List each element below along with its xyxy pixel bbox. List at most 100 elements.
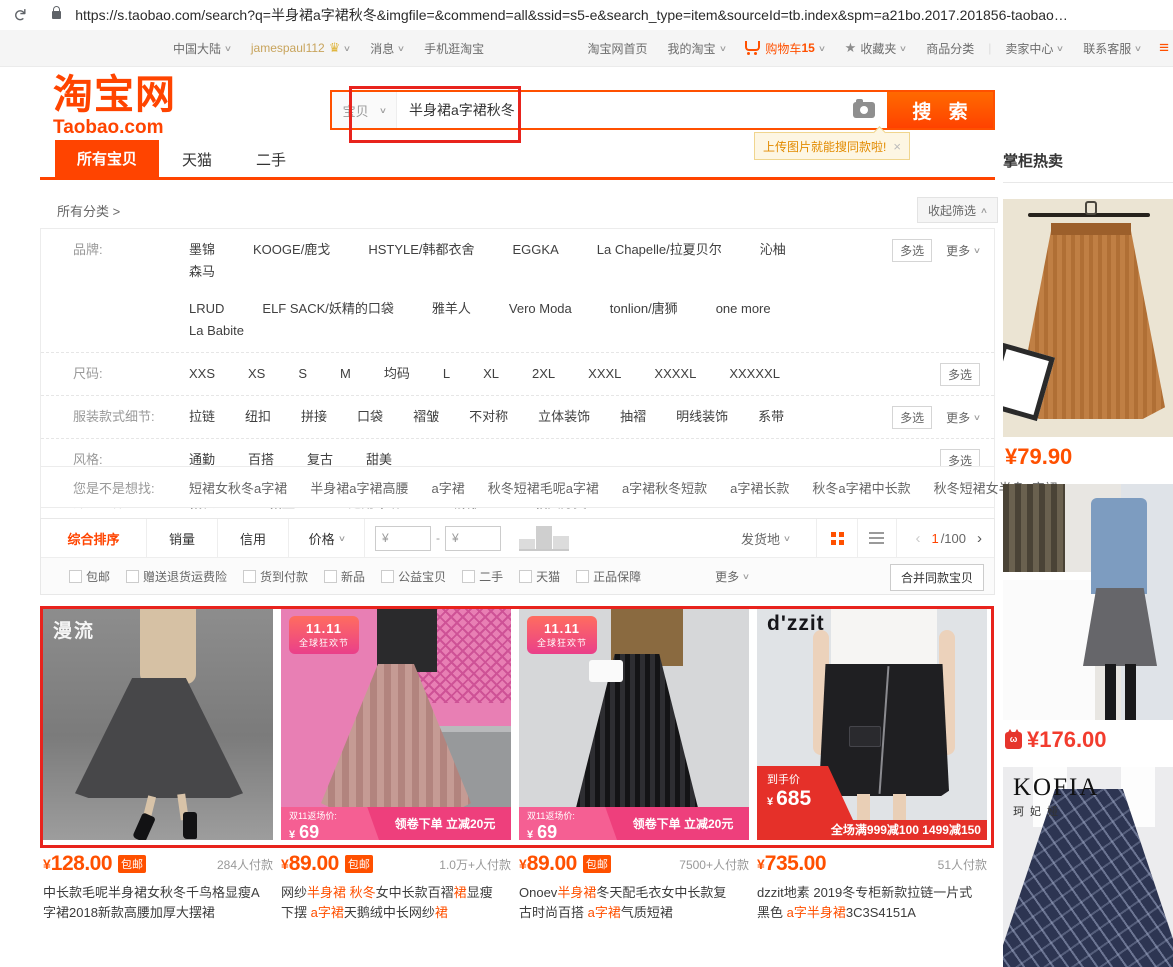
camera-search-icon[interactable]	[853, 102, 875, 118]
sort-tab-default[interactable]: 综合排序	[41, 519, 147, 557]
nav-mobile-taobao[interactable]: 手机逛淘宝	[414, 40, 494, 57]
breadcrumb[interactable]: 所有分类 >	[57, 201, 120, 220]
nav-username[interactable]: jamespaul112♛∨	[241, 40, 360, 56]
tab-all-items[interactable]: 所有宝贝	[55, 140, 159, 177]
product-image[interactable]: d'zzit 到手价 ¥685 全场满999减100 1499减150	[757, 608, 987, 840]
size-filter-option[interactable]: XXS	[189, 363, 215, 385]
sort-tab-price[interactable]: 价格∨	[289, 519, 365, 557]
filter-checkbox[interactable]: 包邮	[69, 568, 110, 585]
size-filter-option[interactable]: XXXXL	[654, 363, 696, 385]
taobao-logo[interactable]: 淘宝网 Taobao.com	[53, 74, 176, 139]
address-bar[interactable]: https://s.taobao.com/search?q=半身裙a字裙秋冬&i…	[75, 5, 1173, 25]
brand-filter-option[interactable]: 森马	[189, 261, 215, 283]
price-histogram[interactable]	[519, 526, 569, 551]
multi-select-button[interactable]: 多选	[892, 406, 932, 429]
sort-tab-credit[interactable]: 信用	[218, 519, 289, 557]
suggestion-link[interactable]: a字裙长款	[730, 478, 789, 497]
merge-same-items-button[interactable]: 合并同款宝贝	[890, 564, 984, 591]
sidebar-product-1-image[interactable]	[1003, 199, 1173, 437]
suggestion-link[interactable]: a字裙秋冬短款	[622, 478, 707, 497]
size-filter-option[interactable]: XXXL	[588, 363, 621, 385]
nav-region[interactable]: 中国大陆∨	[163, 40, 241, 57]
filter-checkbox[interactable]: 新品	[324, 568, 365, 585]
detail-filter-option[interactable]: 拉链	[189, 406, 215, 428]
size-filter-option[interactable]: L	[443, 363, 450, 385]
detail-filter-option[interactable]: 系带	[758, 406, 784, 428]
size-filter-option[interactable]: XS	[248, 363, 265, 385]
product-title[interactable]: dzzit地素 2019冬专柜新款拉链一片式 黑色 a字半身裙3C3S4151A	[757, 883, 987, 923]
filter-checkbox[interactable]: 货到付款	[243, 568, 308, 585]
product-title[interactable]: Onoev半身裙冬天配毛衣女中长款复 古时尚百搭 a字裙气质短裙	[519, 883, 749, 923]
price-max-input[interactable]: ¥	[445, 526, 501, 551]
product-title[interactable]: 网纱半身裙 秋冬女中长款百褶裙显瘦 下摆 a字裙天鹅绒中长网纱裙	[281, 883, 511, 923]
brand-filter-option[interactable]: 沁柚	[760, 239, 786, 261]
detail-filter-option[interactable]: 抽褶	[620, 406, 646, 428]
multi-select-button[interactable]: 多选	[892, 239, 932, 262]
size-filter-option[interactable]: 2XL	[532, 363, 555, 385]
search-input[interactable]: 半身裙a字裙秋冬	[397, 92, 887, 128]
brand-filter-option[interactable]: tonlion/唐狮	[610, 298, 678, 320]
tab-secondhand[interactable]: 二手	[256, 149, 286, 170]
product-image[interactable]: 11.11全球狂欢节 双11返场价: ¥69 领卷下单 立减20元	[281, 608, 511, 840]
detail-filter-option[interactable]: 口袋	[357, 406, 383, 428]
suggestion-link[interactable]: 半身裙a字裙高腰	[310, 478, 408, 497]
nav-seller-center[interactable]: 卖家中心∨	[995, 40, 1073, 57]
filter-checkbox[interactable]: 赠送退货运费险	[126, 568, 227, 585]
prev-page-button[interactable]: ‹	[915, 530, 920, 547]
search-category-dropdown[interactable]: 宝贝∨	[332, 92, 397, 128]
sidebar-product-3-image[interactable]: KOFIA 珂妃娅	[1003, 767, 1173, 967]
brand-filter-option[interactable]: EGGKA	[513, 239, 559, 261]
nav-categories[interactable]: 商品分类	[916, 40, 984, 57]
grid-view-button[interactable]	[816, 519, 858, 557]
nav-messages[interactable]: 消息∨	[360, 40, 414, 57]
reload-icon[interactable]: ↻	[9, 8, 29, 22]
size-filter-option[interactable]: XL	[483, 363, 499, 385]
suggestion-link[interactable]: a字裙	[431, 478, 464, 497]
more-link[interactable]: 更多∨	[946, 242, 980, 259]
filter-checkbox[interactable]: 正品保障	[576, 568, 641, 585]
detail-filter-option[interactable]: 明线装饰	[676, 406, 728, 428]
more-link[interactable]: 更多∨	[946, 409, 980, 426]
multi-select-button[interactable]: 多选	[940, 363, 980, 386]
brand-filter-option[interactable]: 墨锦	[189, 239, 215, 261]
nav-cart[interactable]: 购物车15∨	[735, 40, 834, 57]
brand-filter-option[interactable]: La Chapelle/拉夏贝尔	[597, 239, 722, 261]
brand-filter-option[interactable]: one more	[716, 298, 771, 320]
detail-filter-option[interactable]: 纽扣	[245, 406, 271, 428]
detail-filter-option[interactable]: 拼接	[301, 406, 327, 428]
size-filter-option[interactable]: M	[340, 363, 351, 385]
brand-filter-option[interactable]: La Babite	[189, 320, 244, 342]
nav-taobao-home[interactable]: 淘宝网首页	[578, 40, 658, 57]
filter-checkbox[interactable]: 公益宝贝	[381, 568, 446, 585]
suggestion-link[interactable]: 短裙女秋冬a字裙	[189, 478, 287, 497]
price-min-input[interactable]: ¥	[375, 526, 431, 551]
list-view-button[interactable]	[856, 519, 897, 557]
product-card-2[interactable]: 11.11全球狂欢节 双11返场价: ¥69 领卷下单 立减20元 ¥ 89.0…	[281, 608, 511, 923]
product-image[interactable]: 11.11全球狂欢节 双11返场价: ¥69 领卷下单 立减20元	[519, 608, 749, 840]
collapse-filters-button[interactable]: 收起筛选∧	[917, 197, 998, 223]
detail-filter-option[interactable]: 立体装饰	[538, 406, 590, 428]
close-icon[interactable]: ×	[893, 139, 901, 154]
suggestion-link[interactable]: 秋冬a字裙中长款	[812, 478, 910, 497]
suggestion-link[interactable]: 秋冬短裙毛呢a字裙	[488, 478, 599, 497]
detail-filter-option[interactable]: 褶皱	[413, 406, 439, 428]
product-card-3[interactable]: 11.11全球狂欢节 双11返场价: ¥69 领卷下单 立减20元 ¥ 89.0…	[519, 608, 749, 923]
filter-checkbox[interactable]: 天猫	[519, 568, 560, 585]
size-filter-option[interactable]: XXXXXL	[729, 363, 780, 385]
nav-favorites[interactable]: ★收藏夹∨	[835, 40, 917, 57]
brand-filter-option[interactable]: ELF SACK/妖精的口袋	[262, 298, 393, 320]
brand-filter-option[interactable]: 雅羊人	[432, 298, 471, 320]
brand-filter-option[interactable]: LRUD	[189, 298, 224, 320]
size-filter-option[interactable]: S	[298, 363, 307, 385]
size-filter-option[interactable]: 均码	[384, 363, 410, 385]
ship-from-dropdown[interactable]: 发货地∨	[741, 529, 790, 548]
brand-filter-option[interactable]: Vero Moda	[509, 298, 572, 320]
nav-my-taobao[interactable]: 我的淘宝∨	[658, 40, 736, 57]
menu-icon[interactable]: ≡	[1151, 38, 1171, 58]
product-card-4[interactable]: d'zzit 到手价 ¥685 全场满999减100 1499减150 ¥ 73…	[757, 608, 987, 923]
product-image[interactable]: 漫流	[43, 608, 273, 840]
search-button[interactable]: 搜 索	[887, 92, 993, 128]
sidebar-product-2-image[interactable]	[1003, 484, 1173, 720]
brand-filter-option[interactable]: KOOGE/鹿戈	[253, 239, 330, 261]
detail-filter-option[interactable]: 不对称	[469, 406, 508, 428]
